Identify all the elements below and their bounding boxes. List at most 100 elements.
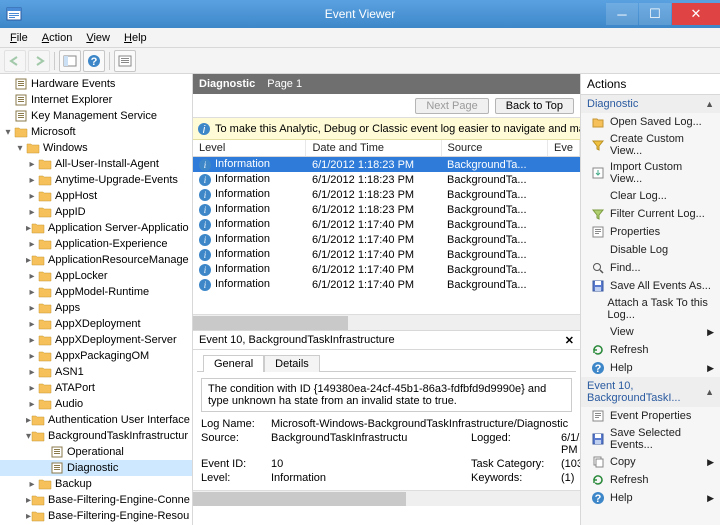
- menu-help[interactable]: Help: [118, 31, 153, 45]
- menu-view[interactable]: View: [80, 31, 116, 45]
- action-item[interactable]: ?Help▶: [581, 489, 720, 507]
- minimize-button[interactable]: ─: [606, 3, 638, 25]
- detail-hscroll[interactable]: [193, 490, 580, 506]
- col-level[interactable]: Level: [193, 140, 306, 157]
- action-item[interactable]: Refresh: [581, 471, 720, 489]
- col-eventid[interactable]: Eve: [548, 140, 580, 157]
- action-item[interactable]: View▶: [581, 323, 720, 341]
- action-item[interactable]: Copy▶: [581, 453, 720, 471]
- action-item[interactable]: Save Selected Events...: [581, 425, 720, 453]
- tree-toggle-icon[interactable]: ▸: [26, 351, 38, 362]
- tree-toggle-icon[interactable]: ▸: [26, 191, 38, 202]
- action-item[interactable]: Find...: [581, 259, 720, 277]
- maximize-button[interactable]: ☐: [639, 3, 671, 25]
- tree-toggle-icon[interactable]: ▸: [26, 335, 38, 346]
- action-item[interactable]: Import Custom View...: [581, 159, 720, 187]
- event-row[interactable]: iInformation6/1/2012 1:18:23 PMBackgroun…: [193, 202, 580, 217]
- next-page-button[interactable]: Next Page: [415, 98, 488, 114]
- tree-item[interactable]: ▸Backup: [0, 476, 192, 492]
- tree-item[interactable]: Internet Explorer: [0, 92, 192, 108]
- tree-item[interactable]: ▸Base-Filtering-Engine-Conne: [0, 492, 192, 508]
- event-row[interactable]: iInformation6/1/2012 1:17:40 PMBackgroun…: [193, 277, 580, 292]
- col-date[interactable]: Date and Time: [306, 140, 441, 157]
- action-item[interactable]: Attach a Task To this Log...: [581, 295, 720, 323]
- action-item[interactable]: Filter Current Log...: [581, 205, 720, 223]
- action-item[interactable]: Clear Log...: [581, 187, 720, 205]
- action-item[interactable]: ?Help▶: [581, 359, 720, 377]
- folder-icon: [31, 510, 45, 522]
- tree-item[interactable]: ▸Application Server-Applicatio: [0, 220, 192, 236]
- action-item[interactable]: Event Properties: [581, 407, 720, 425]
- tree-item[interactable]: Key Management Service: [0, 108, 192, 124]
- event-grid[interactable]: Level Date and Time Source Eve iInformat…: [193, 140, 580, 292]
- tab-general[interactable]: General: [203, 355, 264, 372]
- tree-item[interactable]: ▸All-User-Install-Agent: [0, 156, 192, 172]
- action-item[interactable]: Save All Events As...: [581, 277, 720, 295]
- action-item[interactable]: Refresh: [581, 341, 720, 359]
- tree-item[interactable]: ▸AppXDeployment-Server: [0, 332, 192, 348]
- toolbar-icon-2[interactable]: [114, 50, 136, 72]
- tree-item[interactable]: ▸Audio: [0, 396, 192, 412]
- nav-tree[interactable]: Hardware EventsInternet ExplorerKey Mana…: [0, 74, 193, 525]
- tree-toggle-icon[interactable]: ▸: [26, 319, 38, 330]
- tree-item[interactable]: ▸Authentication User Interface: [0, 412, 192, 428]
- tree-item[interactable]: Diagnostic: [0, 460, 192, 476]
- event-row[interactable]: iInformation6/1/2012 1:17:40 PMBackgroun…: [193, 262, 580, 277]
- tree-item[interactable]: ▾BackgroundTaskInfrastructur: [0, 428, 192, 444]
- event-row[interactable]: iInformation6/1/2012 1:18:23 PMBackgroun…: [193, 172, 580, 187]
- event-row[interactable]: iInformation6/1/2012 1:17:40 PMBackgroun…: [193, 232, 580, 247]
- tree-toggle-icon[interactable]: ▸: [26, 175, 38, 186]
- tree-toggle-icon[interactable]: ▸: [26, 367, 38, 378]
- tree-toggle-icon[interactable]: ▸: [26, 271, 38, 282]
- grid-hscroll[interactable]: [193, 314, 580, 330]
- action-item[interactable]: Disable Log: [581, 241, 720, 259]
- tree-toggle-icon[interactable]: ▸: [26, 303, 38, 314]
- tree-toggle-icon[interactable]: ▾: [2, 127, 14, 138]
- tree-item[interactable]: ▸Application-Experience: [0, 236, 192, 252]
- tree-item[interactable]: Operational: [0, 444, 192, 460]
- back-button[interactable]: [4, 50, 26, 72]
- tree-item[interactable]: ▸Apps: [0, 300, 192, 316]
- tree-item[interactable]: ▸Base-Filtering-Engine-Resou: [0, 508, 192, 524]
- event-row[interactable]: iInformation6/1/2012 1:18:23 PMBackgroun…: [193, 157, 580, 173]
- tree-toggle-icon[interactable]: ▸: [26, 399, 38, 410]
- tree-toggle-icon[interactable]: ▾: [14, 143, 26, 154]
- tree-toggle-icon[interactable]: ▸: [26, 159, 38, 170]
- tree-toggle-icon[interactable]: ▸: [26, 383, 38, 394]
- actions-pane: Actions Diagnostic▲ Open Saved Log...Cre…: [580, 74, 720, 525]
- tree-item[interactable]: ▸AppID: [0, 204, 192, 220]
- event-row[interactable]: iInformation6/1/2012 1:17:40 PMBackgroun…: [193, 247, 580, 262]
- tree-item[interactable]: ▸ApplicationResourceManage: [0, 252, 192, 268]
- menu-file[interactable]: File: [4, 31, 34, 45]
- folder-icon: [26, 142, 40, 154]
- tree-toggle-icon[interactable]: ▸: [26, 207, 38, 218]
- close-button[interactable]: ✕: [672, 3, 720, 25]
- forward-button[interactable]: [28, 50, 50, 72]
- tree-item[interactable]: ▸AppxPackagingOM: [0, 348, 192, 364]
- event-row[interactable]: iInformation6/1/2012 1:18:23 PMBackgroun…: [193, 187, 580, 202]
- tree-item[interactable]: ▸ASN1: [0, 364, 192, 380]
- tree-item[interactable]: ▾Microsoft: [0, 124, 192, 140]
- tree-item[interactable]: ▸AppModel-Runtime: [0, 284, 192, 300]
- action-item[interactable]: Open Saved Log...: [581, 113, 720, 131]
- toolbar-icon[interactable]: [59, 50, 81, 72]
- col-source[interactable]: Source: [441, 140, 548, 157]
- tree-item[interactable]: ▸AppXDeployment: [0, 316, 192, 332]
- tree-item[interactable]: ▸ATAPort: [0, 380, 192, 396]
- action-item[interactable]: Create Custom View...: [581, 131, 720, 159]
- tree-item[interactable]: ▸AppHost: [0, 188, 192, 204]
- tree-item[interactable]: ▸AppLocker: [0, 268, 192, 284]
- tree-item[interactable]: ▸Anytime-Upgrade-Events: [0, 172, 192, 188]
- tree-toggle-icon[interactable]: ▸: [26, 287, 38, 298]
- tab-details[interactable]: Details: [264, 355, 320, 372]
- tree-toggle-icon[interactable]: ▸: [26, 239, 38, 250]
- tree-item[interactable]: ▾Windows: [0, 140, 192, 156]
- back-to-top-button[interactable]: Back to Top: [495, 98, 574, 114]
- tree-toggle-icon[interactable]: ▸: [26, 479, 38, 490]
- event-row[interactable]: iInformation6/1/2012 1:17:40 PMBackgroun…: [193, 217, 580, 232]
- tree-item[interactable]: Hardware Events: [0, 76, 192, 92]
- action-item[interactable]: Properties: [581, 223, 720, 241]
- menu-action[interactable]: Action: [36, 31, 79, 45]
- help-button[interactable]: ?: [83, 50, 105, 72]
- detail-close-icon[interactable]: ✕: [565, 334, 574, 347]
